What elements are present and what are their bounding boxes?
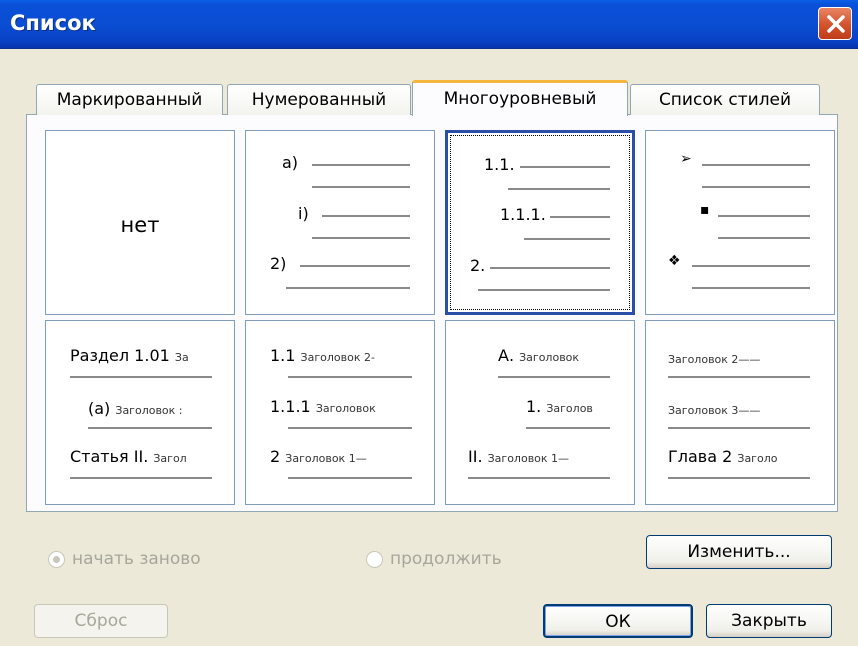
text-line bbox=[702, 186, 810, 188]
list-option-letter-roman[interactable]: а) i) 2) bbox=[245, 130, 435, 315]
restart-numbering-radio[interactable]: начать заново bbox=[48, 549, 201, 569]
text-line bbox=[478, 289, 610, 291]
button-label: Закрыть bbox=[731, 611, 807, 631]
text-line bbox=[468, 477, 610, 479]
text-line bbox=[668, 376, 810, 378]
button-label: Сброс bbox=[74, 611, 128, 631]
close-button[interactable] bbox=[818, 7, 852, 40]
level-label: 1.1. bbox=[484, 155, 515, 174]
dialog-title: Список bbox=[10, 11, 96, 35]
text-line bbox=[312, 186, 410, 188]
list-option-outline-letters[interactable]: А. Заголовок 1. Заголов II. Заголовок 1— bbox=[445, 320, 635, 505]
close-dialog-button[interactable]: Закрыть bbox=[706, 604, 832, 638]
ok-button[interactable]: ОК bbox=[543, 604, 693, 638]
close-icon bbox=[827, 15, 845, 33]
level-label: а) bbox=[282, 153, 299, 172]
modify-button[interactable]: Изменить... bbox=[646, 535, 832, 569]
diamond-bullet-icon: ❖ bbox=[668, 253, 681, 269]
text-line bbox=[312, 237, 410, 239]
text-line bbox=[508, 188, 610, 190]
level-label: (а) Заголовок : bbox=[88, 399, 183, 418]
level-label: 1. Заголов bbox=[526, 397, 593, 416]
radio-label: начать заново bbox=[72, 549, 201, 569]
level-label: 1.1.1 Заголовок bbox=[270, 397, 376, 416]
level-label: Статья II. Загол bbox=[70, 447, 187, 466]
text-line bbox=[520, 166, 610, 168]
square-bullet-icon: ▪ bbox=[700, 202, 710, 218]
level-label: 2 Заголовок 1— bbox=[270, 447, 367, 466]
radio-indicator bbox=[48, 550, 65, 568]
text-line bbox=[692, 287, 810, 289]
list-option-none[interactable]: нет bbox=[45, 130, 235, 315]
text-line bbox=[88, 427, 212, 429]
text-line bbox=[498, 376, 610, 378]
level-label: i) bbox=[298, 204, 309, 223]
tab-bulleted[interactable]: Маркированный bbox=[36, 84, 223, 115]
radio-label: продолжить bbox=[390, 549, 502, 569]
text-line bbox=[692, 265, 810, 267]
list-option-bullets[interactable]: ➢ ▪ ❖ bbox=[645, 130, 835, 315]
list-option-decimal-outline[interactable]: 1.1. 1.1.1. 2. bbox=[445, 130, 635, 315]
tab-style-list[interactable]: Список стилей bbox=[630, 84, 820, 115]
level-label: 2) bbox=[270, 254, 287, 273]
tab-label: Список стилей bbox=[658, 90, 792, 110]
list-option-chapter[interactable]: Заголовок 2—— Заголовок 3—— Глава 2 Заго… bbox=[645, 320, 835, 505]
tab-multilevel[interactable]: Многоуровневый bbox=[412, 80, 628, 116]
text-line bbox=[300, 265, 410, 267]
tab-label: Маркированный bbox=[56, 90, 203, 110]
text-line bbox=[550, 216, 610, 218]
text-line bbox=[288, 376, 412, 378]
tab-label: Многоуровневый bbox=[443, 89, 597, 109]
button-label: Изменить... bbox=[687, 542, 791, 562]
level-label: II. Заголовок 1— bbox=[468, 447, 570, 466]
level-label: Глава 2 Заголо bbox=[668, 447, 778, 466]
level-label: Заголовок 3—— bbox=[668, 404, 761, 417]
continue-numbering-radio[interactable]: продолжить bbox=[366, 549, 502, 569]
list-option-heading-numbering[interactable]: 1.1 Заголовок 2- 1.1.1 Заголовок 2 Загол… bbox=[245, 320, 435, 505]
tab-label: Нумерованный bbox=[251, 90, 387, 110]
text-line bbox=[322, 215, 410, 217]
radio-indicator bbox=[366, 550, 383, 568]
level-label: Раздел 1.01 За bbox=[70, 346, 189, 365]
level-label: 1.1 Заголовок 2- bbox=[270, 346, 375, 365]
text-line bbox=[288, 427, 412, 429]
text-line bbox=[312, 164, 410, 166]
text-line bbox=[70, 376, 212, 378]
text-line bbox=[70, 477, 212, 479]
tab-numbered[interactable]: Нумерованный bbox=[227, 84, 411, 115]
none-label: нет bbox=[120, 213, 160, 237]
arrow-bullet-icon: ➢ bbox=[680, 151, 692, 167]
title-bar[interactable]: Список bbox=[0, 0, 858, 49]
list-option-article-section[interactable]: Раздел 1.01 За (а) Заголовок : Статья II… bbox=[45, 320, 235, 505]
text-line bbox=[490, 267, 610, 269]
list-dialog: Список Маркированный Нумерованный Многоу… bbox=[0, 0, 858, 646]
level-label: Заголовок 2—— bbox=[668, 353, 761, 366]
text-line bbox=[718, 237, 810, 239]
text-line bbox=[718, 215, 810, 217]
reset-button[interactable]: Сброс bbox=[34, 604, 168, 638]
text-line bbox=[702, 164, 810, 166]
text-line bbox=[668, 427, 810, 429]
text-line bbox=[288, 477, 412, 479]
level-label: А. Заголовок bbox=[498, 346, 580, 365]
level-label: 2. bbox=[470, 256, 486, 275]
text-line bbox=[668, 477, 810, 479]
button-label: ОК bbox=[605, 612, 631, 632]
text-line bbox=[526, 427, 610, 429]
text-line bbox=[524, 238, 610, 240]
level-label: 1.1.1. bbox=[500, 205, 546, 224]
text-line bbox=[286, 287, 410, 289]
